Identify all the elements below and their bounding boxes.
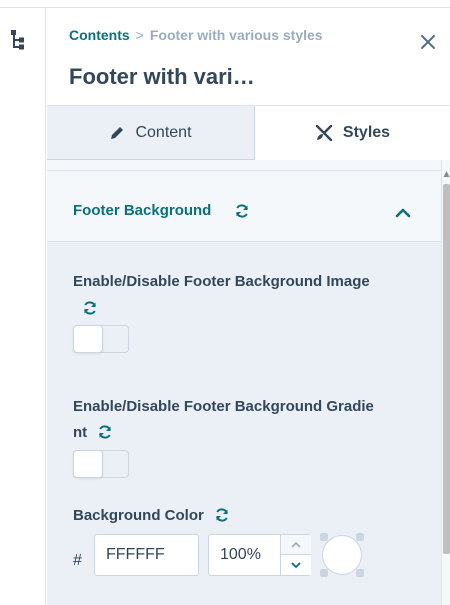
panel-title: Footer with vari…	[69, 64, 255, 89]
bg-image-toggle-label: Enable/Disable Footer Background Image	[73, 271, 370, 293]
hex-color-input[interactable]	[94, 534, 199, 576]
bg-gradient-toggle[interactable]	[73, 450, 129, 478]
swatch-corner	[320, 533, 328, 541]
bg-gradient-toggle-label-line2: nt	[73, 424, 88, 441]
chevron-down-icon	[291, 562, 301, 568]
brush-ruler-icon	[315, 124, 333, 142]
left-rail	[0, 8, 46, 605]
tab-bar: Content Styles	[47, 106, 450, 160]
section-footer-background-content: Enable/Disable Footer Background Image E…	[47, 242, 441, 605]
breadcrumb-contents-link[interactable]: Contents	[69, 27, 130, 43]
scroll-up-arrow-icon[interactable]	[443, 170, 450, 178]
pencil-icon	[111, 126, 124, 139]
sync-icon[interactable]	[214, 507, 230, 523]
chevron-up-icon	[291, 541, 301, 548]
scrollbar[interactable]	[441, 160, 450, 605]
sidebar-editor-panel: Contents > Footer with various styles Foot…	[47, 8, 450, 605]
bg-gradient-toggle-label-line1: Enable/Disable Footer Background Gradie	[73, 398, 374, 415]
opacity-stepper	[208, 534, 311, 576]
opacity-decrement-button[interactable]	[280, 555, 311, 575]
hex-prefix: #	[73, 552, 82, 569]
bg-gradient-toggle-label: Enable/Disable Footer Background Gradie	[73, 396, 374, 418]
sync-icon[interactable]	[234, 203, 250, 219]
bg-image-toggle[interactable]	[73, 325, 129, 353]
toggle-knob	[73, 450, 103, 478]
styles-body: Footer Background Enable/Disable Footer …	[47, 160, 441, 605]
tab-styles[interactable]: Styles	[255, 106, 450, 160]
tree-structure-icon[interactable]	[9, 28, 29, 52]
bg-image-toggle-label-text: Enable/Disable Footer Background Image	[73, 273, 370, 290]
sync-icon[interactable]	[97, 424, 113, 440]
sync-icon[interactable]	[82, 300, 98, 316]
color-swatch-picker[interactable]	[320, 533, 364, 577]
swatch-corner	[320, 569, 328, 577]
breadcrumb: Contents > Footer with various styles	[69, 27, 323, 43]
panel-header: Contents > Footer with various styles Foot…	[47, 8, 450, 106]
section-title: Footer Background	[73, 202, 212, 219]
color-swatch	[322, 535, 362, 575]
bg-color-label-text: Background Color	[73, 507, 204, 524]
tab-styles-label: Styles	[342, 124, 391, 141]
swatch-corner	[356, 569, 364, 577]
toggle-knob	[73, 325, 103, 353]
breadcrumb-current: Footer with various styles	[149, 27, 323, 43]
scrollbar-thumb[interactable]	[443, 184, 450, 554]
section-footer-background-header[interactable]: Footer Background	[47, 170, 441, 242]
breadcrumb-separator: >	[135, 27, 144, 43]
bg-color-label: Background Color	[73, 505, 230, 527]
bg-gradient-toggle-label-cont: nt	[73, 422, 113, 444]
tab-content-label: Content	[135, 123, 192, 141]
swatch-corner	[356, 533, 364, 541]
tab-content[interactable]: Content	[47, 106, 255, 160]
close-icon[interactable]	[419, 33, 437, 51]
chevron-up-icon[interactable]	[395, 208, 411, 218]
opacity-increment-button[interactable]	[280, 535, 311, 555]
top-border	[0, 0, 450, 8]
opacity-input[interactable]	[209, 535, 279, 575]
